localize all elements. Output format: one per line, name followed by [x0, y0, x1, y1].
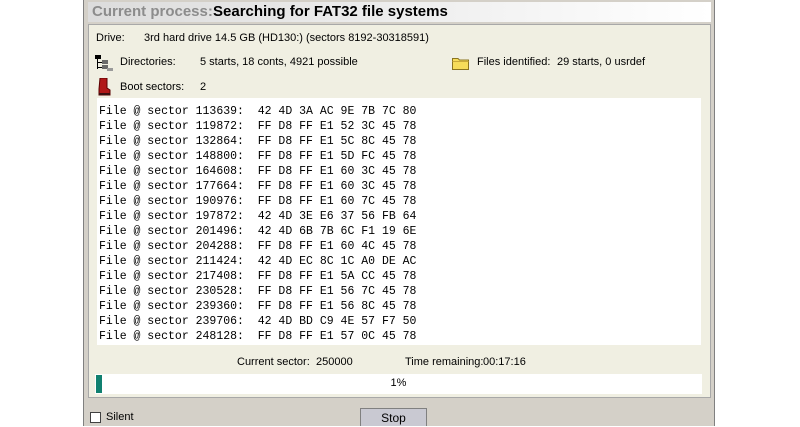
log-line: File @ sector 239360: FF D8 FF E1 56 8C …: [99, 300, 417, 313]
progress-percent: 1%: [390, 377, 407, 389]
process-label: Current process:: [92, 3, 213, 20]
log-line: File @ sector 190976: FF D8 FF E1 60 7C …: [99, 195, 417, 208]
stop-button[interactable]: Stop: [360, 408, 427, 426]
log-line: File @ sector 148800: FF D8 FF E1 5D FC …: [99, 150, 417, 163]
log-line: File @ sector 197872: 42 4D 3E E6 37 56 …: [99, 210, 417, 223]
log-line: File @ sector 230528: FF D8 FF E1 56 7C …: [99, 285, 417, 298]
log-line: File @ sector 132864: FF D8 FF E1 5C 8C …: [99, 135, 417, 148]
files-identified-value: 29 starts, 0 usrdef: [557, 56, 646, 68]
silent-checkbox[interactable]: [90, 412, 101, 423]
time-remaining-value: 00:17:16: [483, 356, 526, 368]
boot-sectors-value: 2: [200, 81, 207, 93]
silent-label: Silent: [106, 411, 134, 423]
drive-value: 3rd hard drive 14.5 GB (HD130:) (sectors…: [144, 32, 429, 44]
log-line: File @ sector 211424: 42 4D EC 8C 1C A0 …: [99, 255, 417, 268]
boot-sectors-label: Boot sectors:: [120, 81, 185, 93]
status-panel: Drive: 3rd hard drive 14.5 GB (HD130:) (…: [88, 24, 711, 398]
time-remaining-label: Time remaining:: [405, 356, 484, 368]
log-line: File @ sector 239706: 42 4D BD C9 4E 57 …: [99, 315, 417, 328]
directories-value: 5 starts, 18 conts, 4921 possible: [200, 56, 358, 68]
log-line: File @ sector 217408: FF D8 FF E1 5A CC …: [99, 270, 417, 283]
progress-bar: 1%: [95, 374, 702, 394]
log-line: File @ sector 204288: FF D8 FF E1 60 4C …: [99, 240, 417, 253]
directories-label: Directories:: [120, 56, 176, 68]
directory-tree-icon: [95, 55, 113, 74]
log-line: File @ sector 119872: FF D8 FF E1 52 3C …: [99, 120, 417, 133]
current-sector-label: Current sector:: [237, 356, 310, 368]
found-files-log[interactable]: File @ sector 113639: 42 4D 3A AC 9E 7B …: [97, 98, 701, 345]
drive-label: Drive:: [96, 32, 125, 44]
log-line: File @ sector 201496: 42 4D 6B 7B 6C F1 …: [99, 225, 417, 238]
scan-dialog: Current process: Searching for FAT32 fil…: [83, 0, 715, 426]
log-line: File @ sector 164608: FF D8 FF E1 60 3C …: [99, 165, 417, 178]
boot-icon: [97, 77, 111, 99]
log-line: File @ sector 177664: FF D8 FF E1 60 3C …: [99, 180, 417, 193]
process-name: Searching for FAT32 file systems: [213, 3, 448, 20]
files-identified-label: Files identified:: [477, 56, 551, 68]
log-line: File @ sector 248128: FF D8 FF E1 57 0C …: [99, 330, 417, 343]
log-line: File @ sector 113639: 42 4D 3A AC 9E 7B …: [99, 105, 417, 118]
process-header: Current process: Searching for FAT32 fil…: [88, 2, 711, 22]
current-sector-value: 250000: [316, 356, 353, 368]
folder-icon: [452, 56, 469, 73]
